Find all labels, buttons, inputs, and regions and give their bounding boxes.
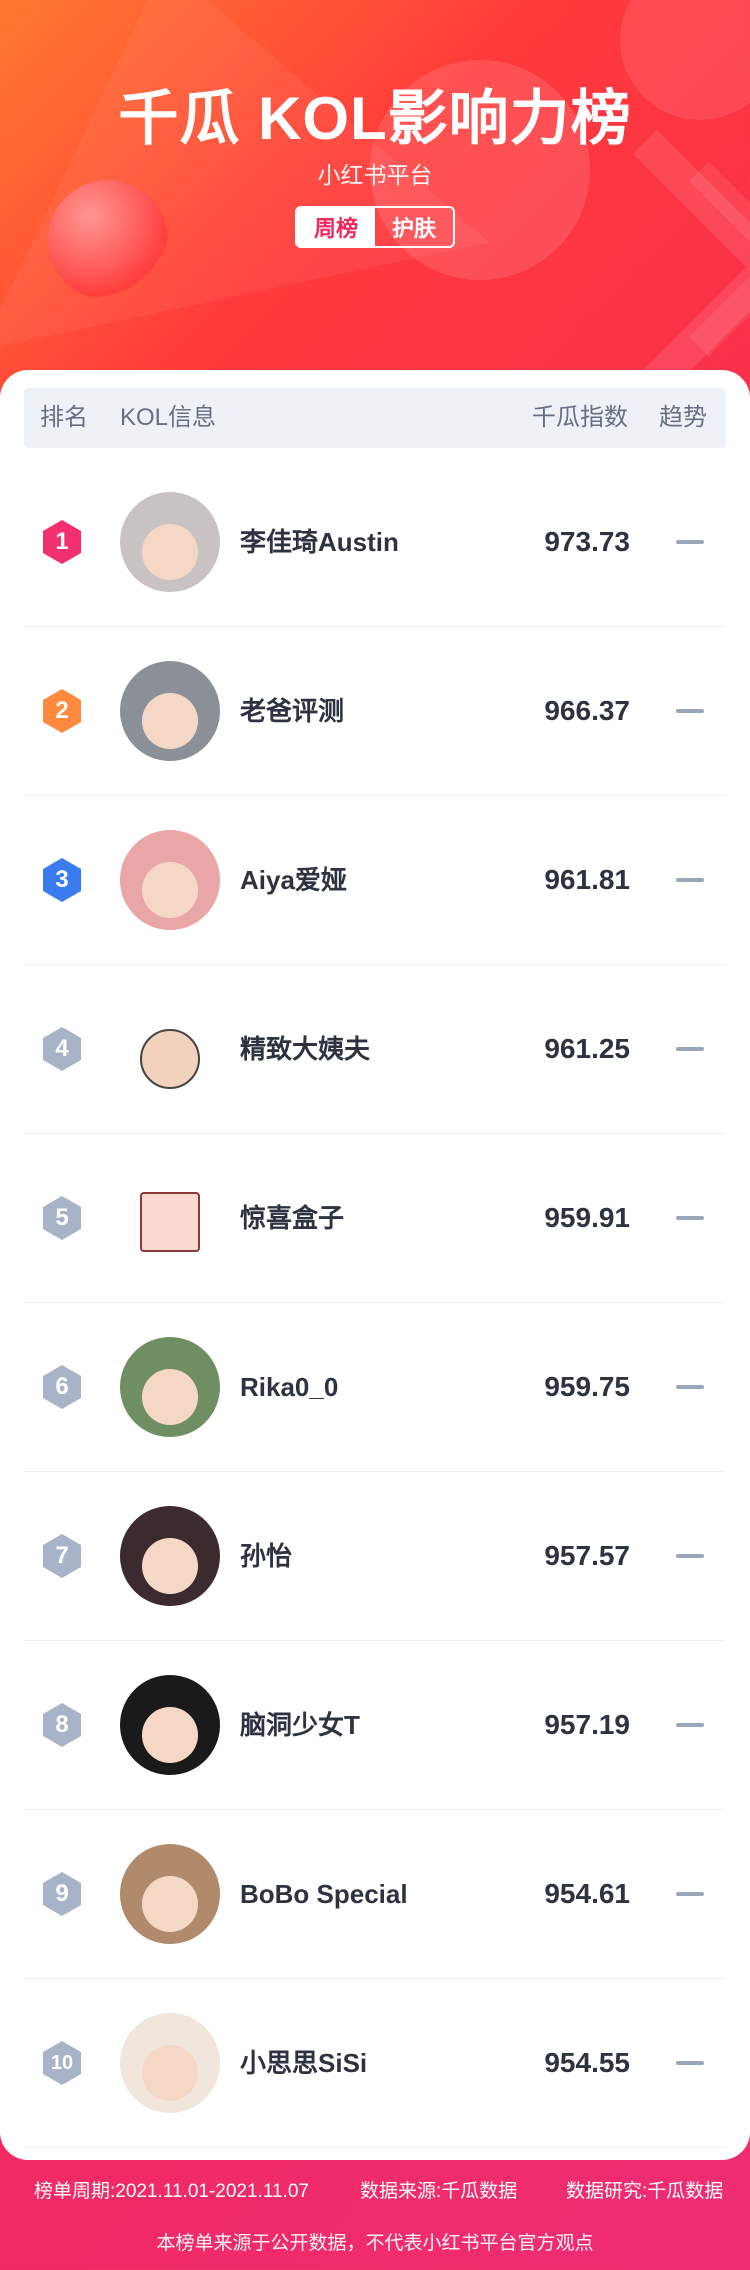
column-trend: 趋势	[659, 404, 707, 431]
column-index: 千瓜指数	[532, 404, 628, 431]
header-decoration-ball	[48, 180, 168, 300]
avatar[interactable]	[120, 661, 220, 761]
table-row[interactable]: 1 李佳琦Austin 973.73	[24, 458, 726, 627]
table-row[interactable]: 3 Aiya爱娅 961.81	[24, 796, 726, 965]
trend-flat-icon	[676, 1385, 704, 1389]
avatar[interactable]	[120, 1168, 220, 1268]
trend-flat-icon	[676, 1723, 704, 1727]
rank-badge: 7	[40, 1532, 84, 1580]
avatar-face	[142, 1538, 198, 1594]
footer-source: 数据来源:千瓜数据	[360, 2181, 518, 2202]
rank-badge: 6	[40, 1363, 84, 1411]
tag-weekly[interactable]: 周榜	[297, 208, 375, 246]
rank-number: 1	[55, 528, 69, 555]
avatar[interactable]	[120, 492, 220, 592]
table-row[interactable]: 10 小思思SiSi 954.55	[24, 1979, 726, 2148]
avatar-face	[142, 1876, 198, 1932]
rank-badge: 5	[40, 1194, 84, 1242]
avatar-face	[140, 1192, 200, 1252]
header-decoration-chevron	[611, 161, 750, 357]
avatar[interactable]	[120, 1844, 220, 1944]
rank-number: 10	[50, 2052, 74, 2074]
rank-number: 6	[55, 1373, 69, 1400]
trend-flat-icon	[676, 878, 704, 882]
avatar[interactable]	[120, 1337, 220, 1437]
kol-score: 957.19	[544, 1709, 630, 1740]
trend-flat-icon	[676, 1216, 704, 1220]
rank-badge: 10	[40, 2039, 84, 2087]
kol-score: 961.81	[544, 864, 630, 895]
table-row[interactable]: 5 惊喜盒子 959.91	[24, 1134, 726, 1303]
kol-name[interactable]: 精致大姨夫	[240, 965, 370, 1133]
kol-name[interactable]: 惊喜盒子	[240, 1134, 344, 1302]
rank-number: 7	[55, 1542, 69, 1569]
trend-flat-icon	[676, 709, 704, 713]
avatar-face	[142, 1707, 198, 1763]
avatar-face	[140, 1029, 200, 1089]
avatar[interactable]	[120, 1506, 220, 1606]
kol-name[interactable]: Aiya爱娅	[240, 796, 347, 964]
column-kol-info: KOL信息	[120, 404, 217, 431]
kol-score: 966.37	[544, 695, 630, 726]
filter-tags: 周榜 护肤	[295, 206, 455, 248]
rank-number: 4	[55, 1035, 69, 1062]
avatar[interactable]	[120, 999, 220, 1099]
kol-name[interactable]: BoBo Special	[240, 1810, 408, 1978]
rank-number: 2	[55, 697, 69, 724]
avatar-face	[142, 862, 198, 918]
rank-badge: 4	[40, 1025, 84, 1073]
kol-score: 959.75	[544, 1371, 630, 1402]
kol-name[interactable]: 李佳琦Austin	[240, 458, 399, 626]
footer-disclaimer: 本榜单来源于公开数据，不代表小红书平台官方观点	[156, 2233, 594, 2254]
platform-subtitle: 小红书平台	[317, 162, 433, 188]
kol-score: 959.91	[544, 1202, 630, 1233]
ranking-list: 1 李佳琦Austin 973.73 2 老爸评测 966.37 3 Aiya爱娅 961.81…	[24, 458, 726, 2148]
rank-badge: 3	[40, 856, 84, 904]
kol-name[interactable]: Rika0_0	[240, 1303, 338, 1471]
column-rank: 排名	[40, 404, 88, 431]
rank-number: 3	[55, 866, 69, 893]
rank-badge: 9	[40, 1870, 84, 1918]
rank-number: 5	[55, 1204, 69, 1231]
kol-score: 973.73	[544, 526, 630, 557]
footer-research: 数据研究:千瓜数据	[566, 2181, 724, 2202]
table-header: 排名 KOL信息 千瓜指数 趋势	[24, 388, 726, 448]
footer: 榜单周期:2021.11.01-2021.11.07 数据来源:千瓜数据 数据研…	[0, 2176, 750, 2255]
kol-name[interactable]: 孙怡	[240, 1472, 292, 1640]
trend-flat-icon	[676, 1047, 704, 1051]
table-row[interactable]: 7 孙怡 957.57	[24, 1472, 726, 1641]
trend-flat-icon	[676, 1554, 704, 1558]
rank-badge: 8	[40, 1701, 84, 1749]
avatar-face	[142, 524, 198, 580]
avatar[interactable]	[120, 2013, 220, 2113]
rank-badge: 1	[40, 518, 84, 566]
avatar-face	[142, 1369, 198, 1425]
table-row[interactable]: 9 BoBo Special 954.61	[24, 1810, 726, 1979]
trend-flat-icon	[676, 1892, 704, 1896]
rank-badge: 2	[40, 687, 84, 735]
table-row[interactable]: 6 Rika0_0 959.75	[24, 1303, 726, 1472]
table-row[interactable]: 4 精致大姨夫 961.25	[24, 965, 726, 1134]
trend-flat-icon	[676, 540, 704, 544]
kol-name[interactable]: 老爸评测	[240, 627, 344, 795]
avatar-face	[142, 693, 198, 749]
trend-flat-icon	[676, 2061, 704, 2065]
avatar[interactable]	[120, 1675, 220, 1775]
kol-score: 954.55	[544, 2047, 630, 2078]
rank-number: 8	[55, 1711, 69, 1738]
kol-score: 957.57	[544, 1540, 630, 1571]
avatar-face	[142, 2045, 198, 2101]
rank-number: 9	[55, 1880, 69, 1907]
kol-score: 954.61	[544, 1878, 630, 1909]
avatar[interactable]	[120, 830, 220, 930]
kol-name[interactable]: 脑洞少女T	[240, 1641, 360, 1809]
tag-category[interactable]: 护肤	[375, 208, 453, 246]
table-row[interactable]: 8 脑洞少女T 957.19	[24, 1641, 726, 1810]
table-row[interactable]: 2 老爸评测 966.37	[24, 627, 726, 796]
kol-name[interactable]: 小思思SiSi	[240, 1979, 367, 2147]
footer-period: 榜单周期:2021.11.01-2021.11.07	[34, 2181, 309, 2202]
ranking-card: 排名 KOL信息 千瓜指数 趋势 1 李佳琦Austin 973.73 2 老爸评测 96…	[0, 370, 750, 2160]
kol-score: 961.25	[544, 1033, 630, 1064]
page-title: 千瓜 KOL影响力榜	[118, 85, 632, 152]
